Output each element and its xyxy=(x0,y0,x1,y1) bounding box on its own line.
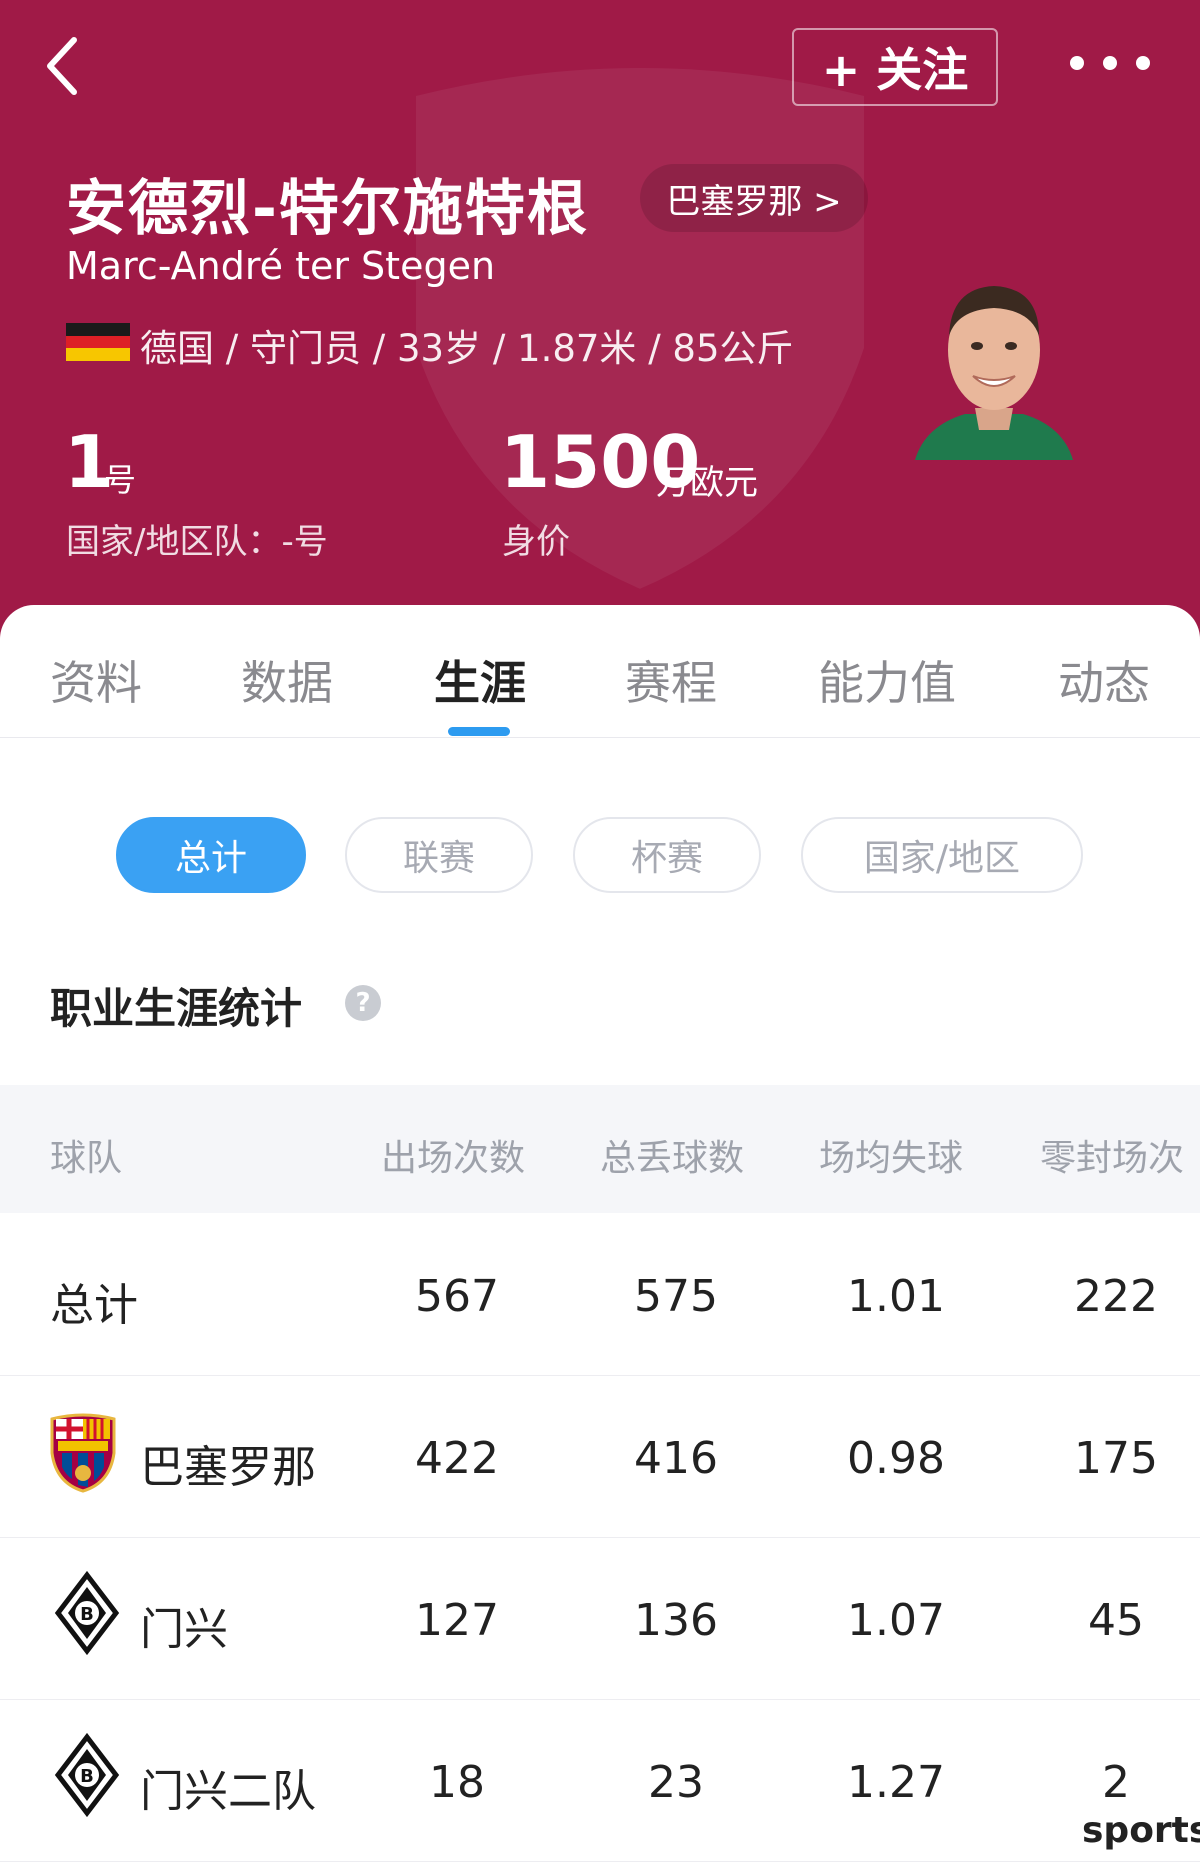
tab-stats[interactable]: 数据 xyxy=(241,647,333,713)
team-name: 门兴 xyxy=(140,1604,228,1655)
header-goals-conceded: 总丢球数 xyxy=(600,1138,745,1179)
cell-clean-sheets: 2 xyxy=(1102,1757,1130,1808)
germany-flag-icon xyxy=(66,323,130,362)
filter-national[interactable]: 国家/地区 xyxy=(801,817,1083,893)
player-photo xyxy=(915,286,1073,460)
team-name: 巴塞罗那 xyxy=(140,1442,316,1493)
shirt-number-unit: 号 xyxy=(104,461,137,499)
follow-button[interactable]: + 关注 xyxy=(792,28,998,106)
market-value-label: 身价 xyxy=(502,522,570,562)
tab-career[interactable]: 生涯 xyxy=(434,647,526,713)
team-name: 门兴二队 xyxy=(140,1766,316,1817)
filter-cup[interactable]: 杯赛 xyxy=(573,817,761,893)
table-row[interactable]: B 门兴二队 18 23 1.27 2 xyxy=(0,1699,1200,1862)
active-tab-indicator xyxy=(448,727,510,736)
section-title: 职业生涯统计 xyxy=(50,984,303,1033)
cell-goals-conceded: 575 xyxy=(634,1271,718,1322)
cell-clean-sheets: 45 xyxy=(1088,1595,1144,1646)
cell-goals-per-match: 1.01 xyxy=(847,1271,945,1322)
borussia-mgladbach-icon: B xyxy=(54,1733,120,1817)
table-header: 球队 出场次数 总丢球数 场均失球 零封场次 xyxy=(0,1085,1200,1213)
header-appearances: 出场次数 xyxy=(381,1138,526,1179)
borussia-mgladbach-icon: B xyxy=(54,1571,120,1655)
club-link-button[interactable]: 巴塞罗那 > xyxy=(640,164,868,232)
header-team: 球队 xyxy=(50,1138,123,1179)
help-icon[interactable]: ? xyxy=(345,985,381,1021)
cell-goals-conceded: 23 xyxy=(648,1757,704,1808)
team-name: 总计 xyxy=(50,1280,138,1331)
market-value-unit: 万欧元 xyxy=(656,463,758,503)
more-options-icon[interactable] xyxy=(1070,48,1150,78)
table-row[interactable]: B 门兴 127 136 1.07 45 xyxy=(0,1537,1200,1700)
sports-watermark: sports xyxy=(1082,1810,1200,1851)
fcb-crest-icon xyxy=(50,1413,116,1493)
filter-total[interactable]: 总计 xyxy=(116,817,306,893)
cell-clean-sheets: 175 xyxy=(1074,1433,1158,1484)
back-button[interactable] xyxy=(36,30,96,100)
svg-text:B: B xyxy=(80,1604,94,1625)
cell-goals-per-match: 1.27 xyxy=(847,1757,945,1808)
cell-goals-per-match: 1.07 xyxy=(847,1595,945,1646)
chevron-left-icon xyxy=(47,37,77,95)
cell-appearances: 18 xyxy=(429,1757,485,1808)
tab-profile[interactable]: 资料 xyxy=(50,647,142,713)
tab-ability[interactable]: 能力值 xyxy=(818,647,956,713)
content-panel: 资料 数据 生涯 赛程 能力值 动态 总计 联赛 杯赛 国家/地区 职业生涯统计… xyxy=(0,605,1200,1871)
tab-news[interactable]: 动态 xyxy=(1058,647,1150,713)
cell-appearances: 422 xyxy=(415,1433,499,1484)
tab-bar: 资料 数据 生涯 赛程 能力值 动态 xyxy=(0,605,1200,738)
table-row[interactable]: 巴塞罗那 422 416 0.98 175 xyxy=(0,1375,1200,1538)
player-name-english: Marc-André ter Stegen xyxy=(66,244,496,288)
header-goals-per-match: 场均失球 xyxy=(819,1138,964,1179)
header-clean-sheets: 零封场次 xyxy=(1040,1138,1185,1179)
tab-schedule[interactable]: 赛程 xyxy=(625,647,717,713)
player-name-chinese: 安德烈-特尔施特根 xyxy=(66,174,589,244)
filter-league[interactable]: 联赛 xyxy=(345,817,533,893)
cell-clean-sheets: 222 xyxy=(1074,1271,1158,1322)
cell-goals-per-match: 0.98 xyxy=(847,1433,945,1484)
player-info-line: 德国 / 守门员 / 33岁 / 1.87米 / 85公斤 xyxy=(140,327,794,370)
svg-text:B: B xyxy=(80,1766,94,1787)
cell-goals-conceded: 416 xyxy=(634,1433,718,1484)
cell-goals-conceded: 136 xyxy=(634,1595,718,1646)
cell-appearances: 567 xyxy=(415,1271,499,1322)
national-team-number: 国家/地区队：-号 xyxy=(66,522,328,562)
cell-appearances: 127 xyxy=(415,1595,499,1646)
table-row[interactable]: 总计 567 575 1.01 222 xyxy=(0,1213,1200,1376)
player-header: + 关注 安德烈-特尔施特根 巴塞罗那 > Marc-André ter Ste… xyxy=(0,0,1200,640)
